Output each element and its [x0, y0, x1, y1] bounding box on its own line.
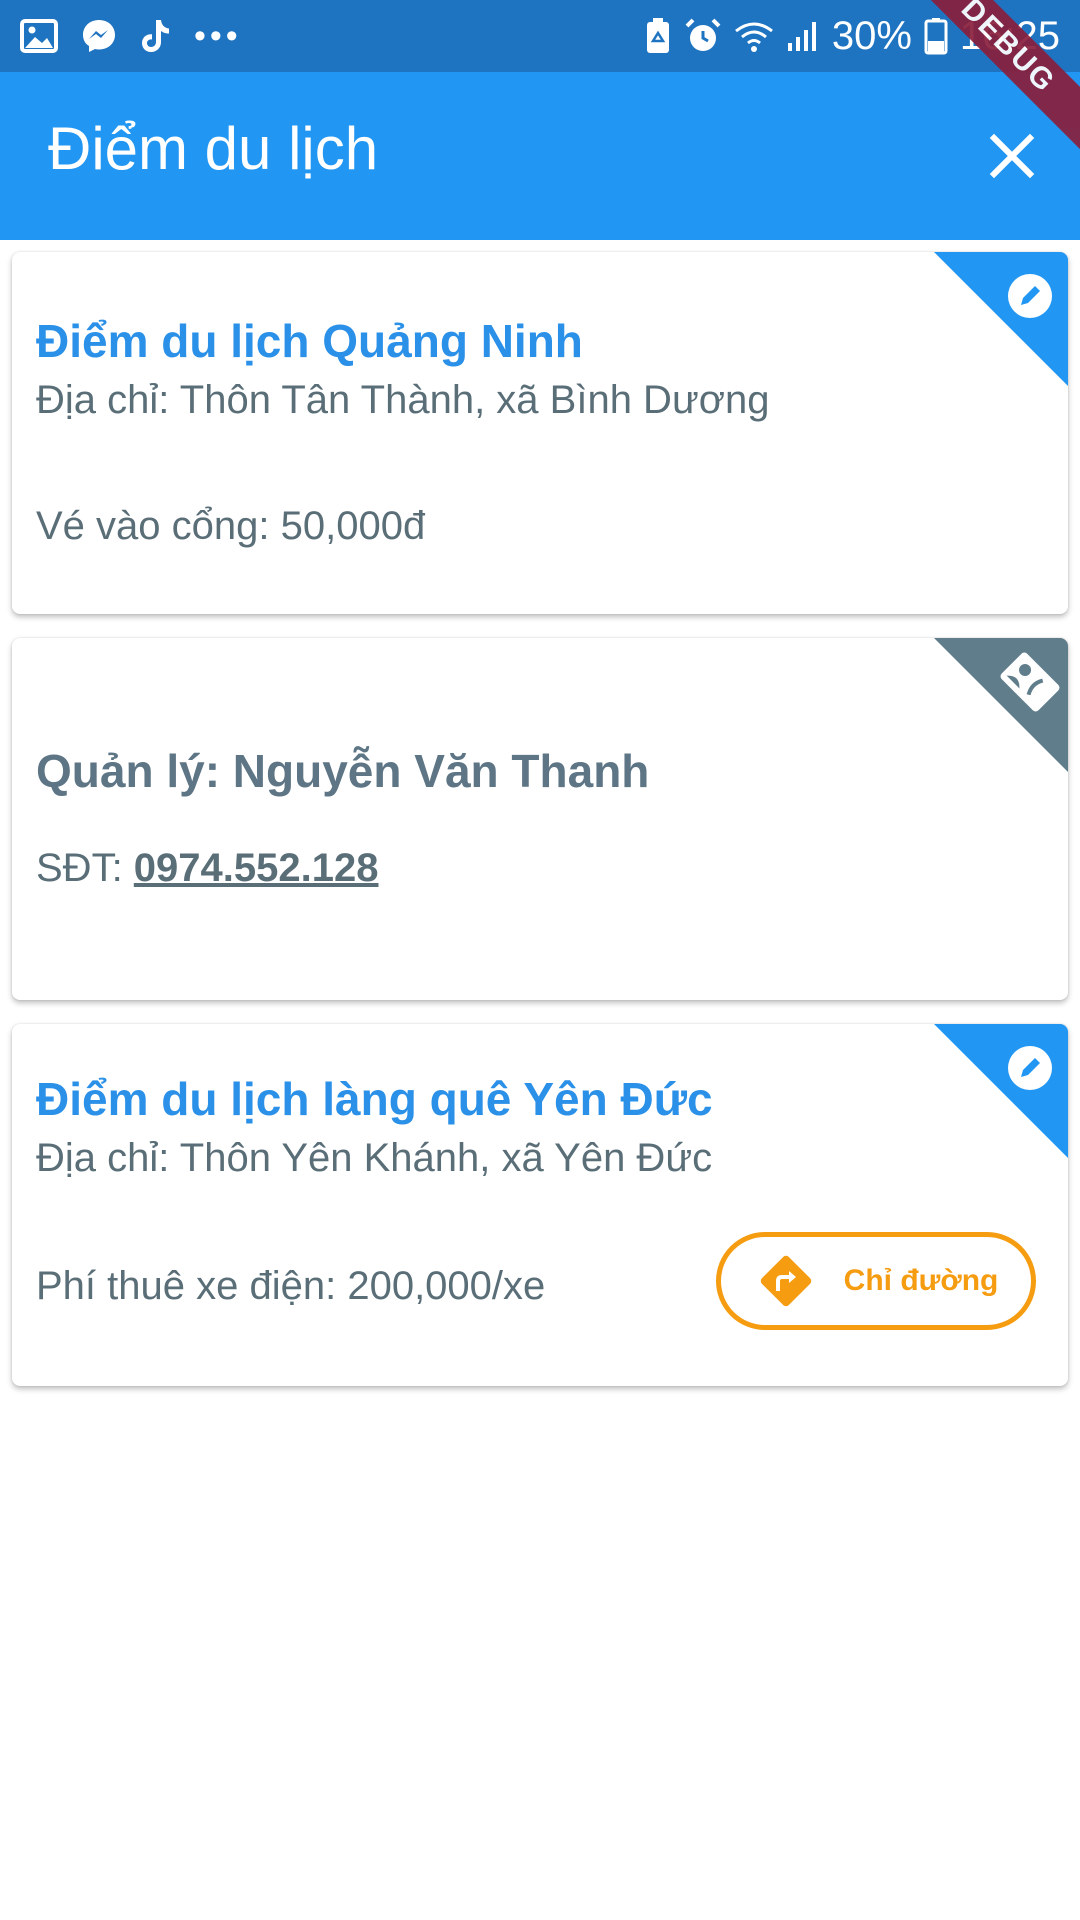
card-address: Địa chỉ: Thôn Tân Thành, xã Bình Dương: [36, 378, 770, 422]
phone-number-link[interactable]: 0974.552.128: [134, 846, 379, 890]
card-title: Điểm du lịch làng quê Yên Đức: [36, 1073, 713, 1125]
page-title: Điểm du lịch: [48, 115, 379, 182]
manager-name: Quản lý: Nguyễn Văn Thanh: [36, 745, 650, 797]
rental-fee: Phí thuê xe điện: 200,000/xe: [36, 1264, 546, 1308]
directions-icon: [760, 1255, 811, 1307]
messenger-icon: [80, 17, 118, 55]
card-edit-corner[interactable]: [934, 1024, 1068, 1158]
directions-label: Chỉ đường: [843, 1264, 999, 1297]
close-button[interactable]: [980, 124, 1044, 188]
phone-line: SĐT: 0974.552.128: [36, 846, 378, 891]
signal-icon: [786, 19, 820, 53]
more-dots-icon: •••: [194, 17, 242, 55]
card-title: Điểm du lịch Quảng Ninh: [36, 315, 583, 367]
manager-card: Quản lý: Nguyễn Văn Thanh SĐT: 0974.552.…: [12, 638, 1068, 1000]
status-bar-left: •••: [20, 14, 242, 58]
card-contact-corner[interactable]: [934, 638, 1068, 772]
edit-icon: [1008, 274, 1052, 318]
recycle-icon: [644, 17, 672, 55]
tourist-spot-card[interactable]: Điểm du lịch Quảng Ninh Địa chỉ: Thôn Tâ…: [12, 252, 1068, 614]
battery-icon: [924, 17, 948, 55]
edit-icon: [1008, 1046, 1052, 1090]
wifi-icon: [734, 19, 774, 53]
tourist-spot-card[interactable]: Điểm du lịch làng quê Yên Đức Địa chỉ: T…: [12, 1024, 1068, 1386]
app-bar: Điểm du lịch: [0, 72, 1080, 240]
close-icon: [989, 133, 1035, 179]
card-address: Địa chỉ: Thôn Yên Khánh, xã Yên Đức: [36, 1136, 713, 1180]
phone-label: SĐT:: [36, 846, 134, 890]
entry-fee: Vé vào cổng: 50,000đ: [36, 504, 426, 548]
directions-button[interactable]: Chỉ đường: [716, 1232, 1036, 1330]
alarm-icon: [684, 17, 722, 55]
status-bar: ••• 30% 16:25: [0, 0, 1080, 72]
battery-percent: 30%: [831, 13, 912, 58]
tiktok-icon: [140, 18, 172, 54]
card-edit-corner[interactable]: [934, 252, 1068, 386]
gallery-icon: [20, 19, 58, 53]
